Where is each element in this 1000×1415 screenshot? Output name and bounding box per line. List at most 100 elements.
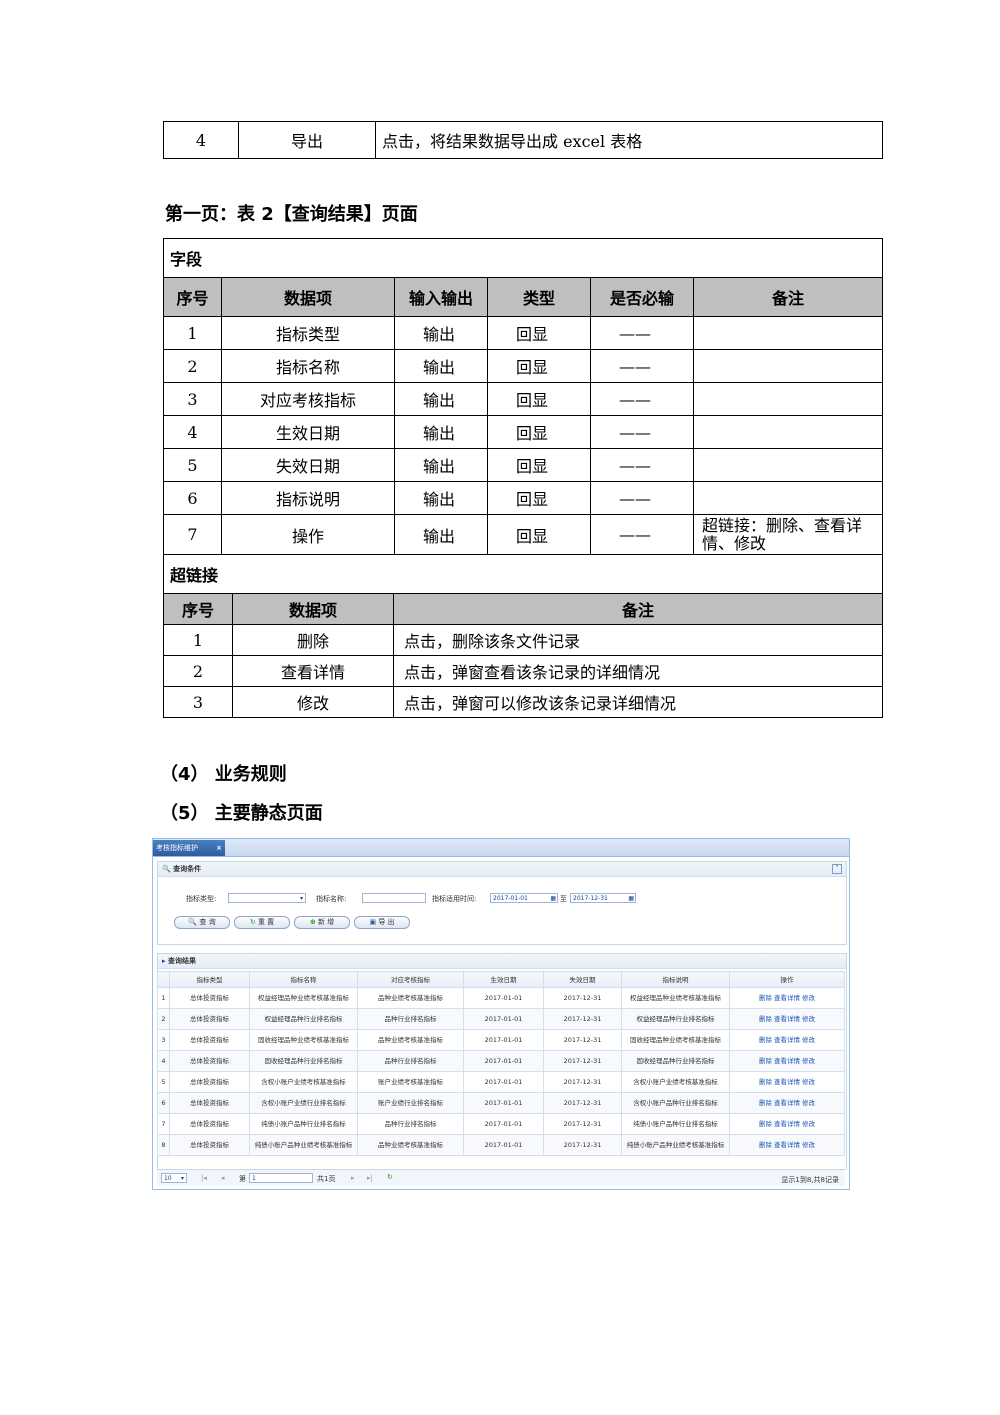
pager: 10 ▾ |◂ ◂ 第 1 共1页 ▸ ▸| ↻ 显示1到8,共8记录	[157, 1169, 845, 1186]
table-row[interactable]: 1 总体投资指标 权益经理品种业绩考核基准指标 品种业绩考核基准指标 2017-01-0…	[157, 987, 845, 1009]
link-cell-no: 3	[163, 686, 233, 718]
save-icon: ▣	[369, 918, 377, 926]
delete-link[interactable]: 删除	[759, 1141, 772, 1149]
grid-header-cell[interactable]: 指标类型	[169, 971, 250, 988]
delete-link[interactable]: 删除	[759, 1078, 772, 1086]
last-page-icon[interactable]: ▸|	[367, 1174, 373, 1182]
grid-cell-name: 权益经理品种业绩考核基准指标	[249, 987, 358, 1009]
grid-header-cell[interactable]	[157, 971, 170, 988]
table-row[interactable]: 3 总体投资指标 固收经理品种业绩考核基准指标 品种业绩考核基准指标 2017-01-0…	[157, 1029, 845, 1051]
field-cell-req: ——	[590, 316, 694, 350]
edit-link[interactable]: 修改	[802, 1057, 815, 1065]
tab-kpi-maintenance[interactable]: 考核指标维护 ×	[153, 840, 225, 856]
export-button[interactable]: ▣ 导 出	[354, 916, 410, 929]
link-row: 2 查看详情 点击，弹窗查看该条记录的详细情况	[163, 655, 883, 687]
collapse-icon[interactable]: ˄	[832, 864, 842, 874]
view-detail-link[interactable]: 查看详情	[774, 1141, 800, 1149]
grid-cell-n: 4	[157, 1050, 170, 1072]
label-kpi-type: 指标类型:	[186, 895, 217, 903]
field-cell-remark	[693, 448, 883, 482]
edit-link[interactable]: 修改	[802, 1036, 815, 1044]
query-panel: 🔍 查询条件 ˄ 指标类型: ▾ 指标名称: 指标适用时间: 2017-01-0…	[157, 861, 847, 945]
query-button[interactable]: 🔍 查 询	[174, 916, 230, 929]
table-row[interactable]: 7 总体投资指标 纯债小账户品种行业排名指标 品种行业排名指标 2017-01-01 20…	[157, 1113, 845, 1135]
add-button[interactable]: ⊕ 新 增	[294, 916, 350, 929]
date-from-value: 2017-01-01	[493, 895, 528, 902]
grid-cell-name: 权益经理品种行业排名指标	[249, 1008, 358, 1030]
grid-cell-kpi: 品种行业排名指标	[357, 1008, 464, 1030]
prev-page-icon[interactable]: ◂	[221, 1174, 225, 1182]
edit-link[interactable]: 修改	[802, 1141, 815, 1149]
delete-link[interactable]: 删除	[759, 1120, 772, 1128]
grid-header-cell[interactable]: 失效日期	[543, 971, 622, 988]
date-from-input[interactable]: 2017-01-01 ▦	[490, 893, 558, 903]
grid-cell-type: 总体投资指标	[169, 1050, 250, 1072]
next-page-icon[interactable]: ▸	[351, 1174, 355, 1182]
field-cell-io: 输出	[394, 349, 488, 383]
kpi-name-input[interactable]	[362, 893, 426, 903]
view-detail-link[interactable]: 查看详情	[774, 1015, 800, 1023]
page-number-input[interactable]: 1	[249, 1173, 313, 1183]
kpi-type-select[interactable]: ▾	[228, 893, 306, 903]
edit-link[interactable]: 修改	[802, 1015, 815, 1023]
edit-link[interactable]: 修改	[802, 1120, 815, 1128]
table-row[interactable]: 8 总体投资指标 纯债小账户品种业绩考核基准指标 品种业绩考核基准指标 2017-01-…	[157, 1134, 845, 1156]
edit-link[interactable]: 修改	[802, 1099, 815, 1107]
grid-cell-kpi: 品种行业排名指标	[357, 1050, 464, 1072]
grid-cell-name: 纯债小账户品种业绩考核基准指标	[249, 1134, 358, 1156]
grid-cell-kpi: 品种业绩考核基准指标	[357, 1134, 464, 1156]
grid-cell-start: 2017-01-01	[463, 1134, 544, 1156]
page-number-value: 1	[252, 1175, 256, 1182]
grid-header-cell[interactable]: 操作	[729, 971, 845, 988]
delete-link[interactable]: 删除	[759, 1057, 772, 1065]
calendar-icon[interactable]: ▦	[550, 894, 556, 904]
view-detail-link[interactable]: 查看详情	[774, 1099, 800, 1107]
field-row: 2 指标名称 输出 回显 ——	[163, 349, 883, 383]
top-row-remark: 点击，将结果数据导出成 excel 表格	[375, 121, 883, 159]
edit-link[interactable]: 修改	[802, 1078, 815, 1086]
edit-link[interactable]: 修改	[802, 994, 815, 1002]
delete-link[interactable]: 删除	[759, 1015, 772, 1023]
static-page-screenshot: 考核指标维护 × 🔍 查询条件 ˄ 指标类型: ▾ 指标名称: 指标适用时间: …	[152, 838, 850, 1190]
delete-link[interactable]: 删除	[759, 1099, 772, 1107]
delete-link[interactable]: 删除	[759, 1036, 772, 1044]
reset-button[interactable]: ↻ 重 置	[234, 916, 290, 929]
grid-header-cell[interactable]: 指标说明	[621, 971, 730, 988]
view-detail-link[interactable]: 查看详情	[774, 1078, 800, 1086]
grid-cell-type: 总体投资指标	[169, 1008, 250, 1030]
grid-cell-n: 1	[157, 987, 170, 1009]
view-detail-link[interactable]: 查看详情	[774, 1036, 800, 1044]
field-row: 1 指标类型 输出 回显 ——	[163, 316, 883, 350]
table-row[interactable]: 4 总体投资指标 固收经理品种行业排名指标 品种行业排名指标 2017-01-01 201…	[157, 1050, 845, 1072]
triangle-right-icon: ▸	[162, 957, 166, 965]
field-cell-req: ——	[590, 514, 694, 555]
table-row[interactable]: 2 总体投资指标 权益经理品种行业排名指标 品种行业排名指标 2017-01-01 201…	[157, 1008, 845, 1030]
field-cell-remark	[693, 415, 883, 449]
field-cell-req: ——	[590, 349, 694, 383]
table-row[interactable]: 6 总体投资指标 含权小账户业绩行业排名指标 账户业绩行业排名指标 2017-01-01…	[157, 1092, 845, 1114]
first-page-icon[interactable]: |◂	[201, 1174, 207, 1182]
delete-link[interactable]: 删除	[759, 994, 772, 1002]
grid-header-cell[interactable]: 指标名称	[249, 971, 358, 988]
grid-cell-actions: 删除 查看详情 修改	[729, 1092, 845, 1114]
page-size-select[interactable]: 10 ▾	[161, 1173, 187, 1183]
grid-cell-end: 2017-12-31	[543, 987, 622, 1009]
field-cell-io: 输出	[394, 415, 488, 449]
view-detail-link[interactable]: 查看详情	[774, 994, 800, 1002]
grid-header-cell[interactable]: 对应考核指标	[357, 971, 464, 988]
view-detail-link[interactable]: 查看详情	[774, 1057, 800, 1065]
grid-header-cell[interactable]: 生效日期	[463, 971, 544, 988]
top-row-item: 导出	[238, 121, 376, 159]
link-cell-remark: 点击，弹窗可以修改该条记录详细情况	[393, 686, 883, 718]
field-cell-req: ——	[590, 415, 694, 449]
grid-cell-name: 含权小账户业绩考核基准指标	[249, 1071, 358, 1093]
field-cell-no: 1	[163, 316, 222, 350]
page-total: 共1页	[317, 1175, 336, 1183]
refresh-icon[interactable]: ↻	[387, 1173, 393, 1181]
label-kpi-name: 指标名称:	[316, 895, 347, 903]
close-icon[interactable]: ×	[216, 840, 222, 856]
calendar-icon[interactable]: ▦	[628, 894, 634, 904]
view-detail-link[interactable]: 查看详情	[774, 1120, 800, 1128]
table-row[interactable]: 5 总体投资指标 含权小账户业绩考核基准指标 账户业绩考核基准指标 2017-01-01…	[157, 1071, 845, 1093]
date-to-input[interactable]: 2017-12-31 ▦	[570, 893, 636, 903]
